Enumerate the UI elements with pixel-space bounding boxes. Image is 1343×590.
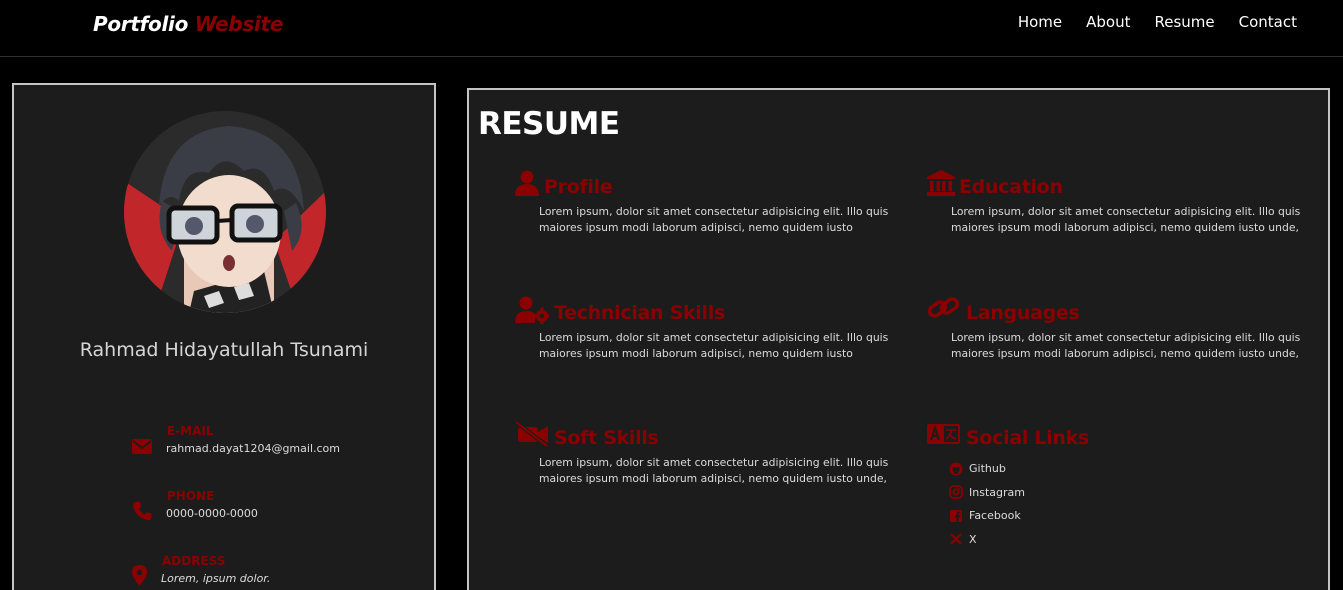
section-text-technician-skills: Lorem ipsum, dolor sit amet consectetur … — [539, 331, 889, 360]
section-text-languages: Lorem ipsum, dolor sit amet consectetur … — [951, 331, 1301, 360]
social-item-github: Github — [949, 457, 1297, 481]
section-text-profile: Lorem ipsum, dolor sit amet consectetur … — [539, 205, 889, 234]
nav-link-contact[interactable]: Contact — [1239, 13, 1297, 31]
section-title-technician-skills: Technician Skills — [554, 302, 725, 324]
social-link-x[interactable]: X — [969, 533, 977, 546]
section-title-social-links: Social Links — [966, 427, 1089, 449]
brand-part-1: Portfolio — [93, 12, 189, 36]
social-item-x: X — [949, 528, 1297, 552]
section-title-education: Education — [959, 176, 1063, 198]
social-link-facebook[interactable]: Facebook — [969, 509, 1021, 522]
building-columns-icon — [927, 170, 955, 196]
section-social-links: Social Links Github Instagram Facebook X — [927, 421, 1297, 551]
section-education: Education Lorem ipsum, dolor sit amet co… — [927, 170, 1300, 236]
translate-icon — [927, 424, 960, 444]
x-icon — [950, 533, 962, 546]
profile-card: Rahmad Hidayatullah Tsunami E-MAIL rahma… — [12, 83, 436, 590]
social-links-list: Github Instagram Facebook X — [949, 457, 1297, 551]
social-item-instagram: Instagram — [949, 481, 1297, 505]
nav-link-about[interactable]: About — [1086, 13, 1130, 31]
social-item-facebook: Facebook — [949, 504, 1297, 528]
section-title-soft-skills: Soft Skills — [554, 427, 659, 449]
github-icon — [949, 462, 963, 476]
mail-icon — [132, 439, 152, 454]
section-soft-skills: Soft Skills Lorem ipsum, dolor sit amet … — [515, 421, 888, 487]
brand-logo[interactable]: Portfolio Website — [93, 12, 283, 36]
user-icon — [515, 170, 539, 196]
user-gear-icon — [515, 296, 549, 324]
resume-title: RESUME — [478, 106, 620, 142]
email-value[interactable]: rahmad.dayat1204@gmail.com — [166, 442, 340, 455]
avatar — [124, 111, 326, 313]
link-icon — [927, 297, 960, 318]
section-title-profile: Profile — [544, 176, 613, 198]
video-slash-icon — [515, 421, 549, 447]
nav-link-resume[interactable]: Resume — [1155, 13, 1215, 31]
phone-icon — [133, 502, 152, 521]
nav-menu: Home About Resume Contact — [1018, 13, 1297, 31]
map-pin-icon — [132, 565, 147, 586]
section-languages: Languages Lorem ipsum, dolor sit amet co… — [927, 296, 1300, 362]
address-value: Lorem, ipsum dolor. — [161, 572, 271, 585]
instagram-icon — [949, 485, 963, 500]
email-label: E-MAIL — [167, 424, 214, 438]
section-text-soft-skills: Lorem ipsum, dolor sit amet consectetur … — [539, 456, 889, 485]
navbar: Portfolio Website Home About Resume Cont… — [0, 0, 1343, 57]
phone-value: 0000-0000-0000 — [166, 507, 258, 520]
section-technician-skills: Technician Skills Lorem ipsum, dolor sit… — [515, 296, 888, 362]
social-link-instagram[interactable]: Instagram — [969, 486, 1025, 499]
phone-label: PHONE — [167, 489, 215, 503]
section-text-education: Lorem ipsum, dolor sit amet consectetur … — [951, 205, 1301, 234]
section-title-languages: Languages — [966, 302, 1080, 324]
brand-part-2: Website — [194, 12, 284, 36]
profile-name: Rahmad Hidayatullah Tsunami — [79, 339, 369, 361]
social-link-github[interactable]: Github — [969, 462, 1006, 475]
section-profile: Profile Lorem ipsum, dolor sit amet cons… — [515, 170, 888, 236]
address-label: ADDRESS — [162, 554, 226, 568]
resume-card: RESUME Profile Lorem ipsum, dolor sit am… — [467, 88, 1330, 590]
nav-link-home[interactable]: Home — [1018, 13, 1062, 31]
facebook-icon — [950, 509, 962, 522]
